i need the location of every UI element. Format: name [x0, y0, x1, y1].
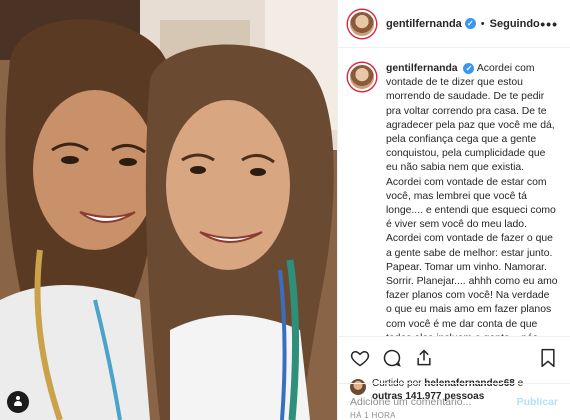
heart-icon[interactable]: [350, 348, 370, 368]
user-tag-icon[interactable]: [7, 391, 29, 413]
post-header: gentilfernanda ✓ • Seguindo •••: [338, 0, 570, 48]
avatar[interactable]: [348, 9, 376, 38]
action-icons: [350, 345, 558, 371]
bookmark-icon[interactable]: [538, 348, 558, 368]
following-button[interactable]: Seguindo: [490, 18, 540, 30]
publish-button[interactable]: Publicar: [517, 396, 558, 408]
caption-username[interactable]: gentilfernanda: [386, 63, 458, 74]
caption-text: Acordei com vontade de te dizer que esto…: [386, 63, 558, 336]
header-username[interactable]: gentilfernanda: [386, 18, 462, 30]
comment-input[interactable]: [350, 396, 517, 408]
more-options-icon[interactable]: •••: [540, 16, 558, 32]
separator-dot: •: [480, 17, 485, 30]
post-side-panel: gentilfernanda ✓ • Seguindo ••• gentilfe…: [337, 0, 570, 420]
verified-icon: ✓: [464, 18, 476, 29]
comment-bubble-icon[interactable]: [382, 348, 402, 368]
share-icon[interactable]: [414, 348, 434, 368]
comment-box: Publicar: [338, 383, 570, 420]
verified-icon: ✓: [463, 63, 475, 74]
post-caption: gentilfernanda ✓ Acordei com vontade de …: [386, 62, 558, 336]
avatar[interactable]: [348, 63, 376, 91]
caption-section: gentilfernanda ✓ Acordei com vontade de …: [338, 48, 570, 336]
post-photo[interactable]: [0, 0, 337, 420]
photo-illustration: [0, 0, 337, 420]
instagram-post: gentilfernanda ✓ • Seguindo ••• gentilfe…: [0, 0, 570, 420]
